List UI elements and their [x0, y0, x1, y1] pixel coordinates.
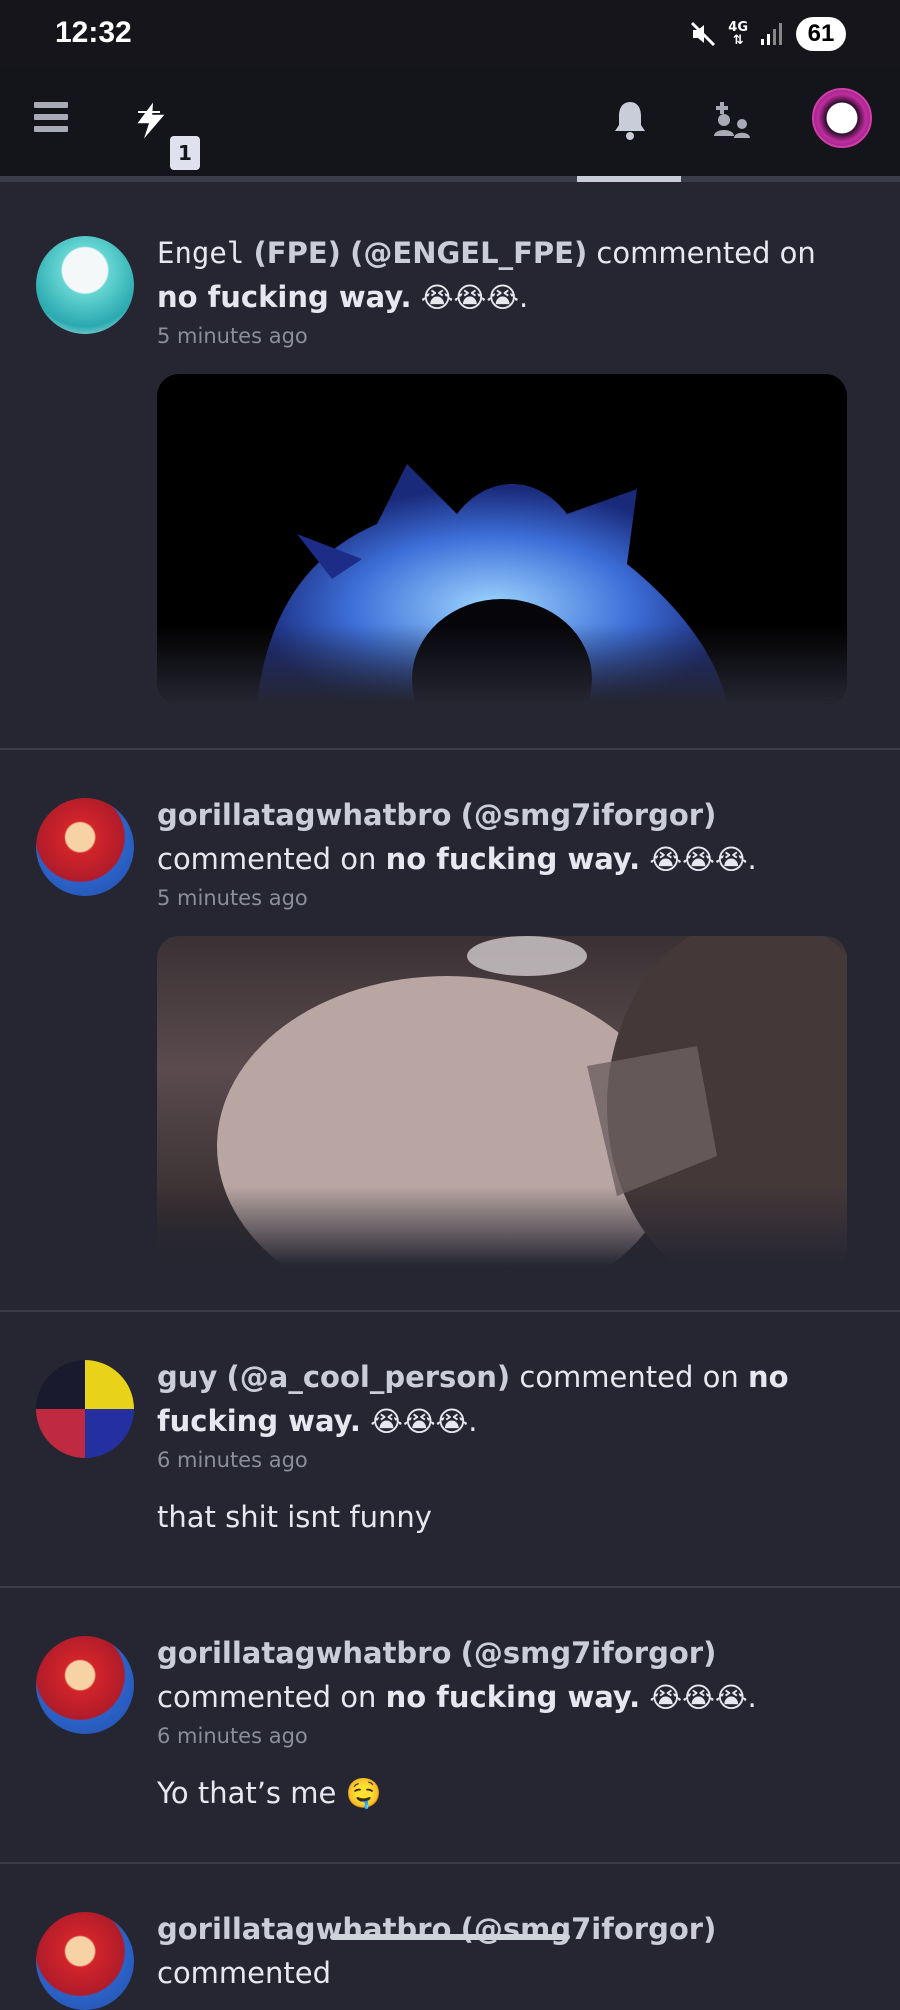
notification-text: Engel (FPE) (@ENGEL_FPE) commented on no…	[157, 231, 857, 320]
attached-image[interactable]	[157, 374, 847, 704]
user-handle[interactable]: (@smg7iforgor)	[461, 1636, 717, 1670]
notification-item[interactable]: gorillatagwhatbro (@smg7iforgor) comment…	[0, 1864, 900, 2010]
signal-icon	[761, 23, 782, 45]
avatar[interactable]	[36, 236, 134, 334]
photo-image-art	[217, 936, 847, 1266]
username[interactable]: gorillatagwhatbro	[157, 1636, 451, 1670]
action-text: commented	[157, 1956, 332, 1990]
add-friend-icon[interactable]	[712, 100, 752, 140]
timestamp: 5 minutes ago	[157, 324, 308, 348]
notification-text: gorillatagwhatbro (@smg7iforgor) comment…	[157, 793, 857, 882]
bell-icon[interactable]	[612, 98, 648, 142]
username-suffix[interactable]: (FPE)	[254, 236, 341, 270]
post-title[interactable]: no fucking way.	[386, 1680, 641, 1714]
network-type: 4G ⇅	[728, 20, 748, 48]
comment-text: Yo that’s me 🤤	[157, 1776, 382, 1810]
notification-item[interactable]: gorillatagwhatbro (@smg7iforgor) comment…	[0, 1588, 900, 1864]
username[interactable]: gorillatagwhatbro	[157, 798, 451, 832]
action-text: commented on	[596, 236, 816, 270]
home-indicator[interactable]	[330, 1934, 570, 1940]
comment-text: that shit isnt funny	[157, 1500, 432, 1534]
period: .	[518, 280, 529, 314]
period: .	[468, 1404, 478, 1438]
unread-badge: 1	[170, 136, 200, 170]
post-emoji: 😭😭😭	[649, 843, 748, 876]
username[interactable]: gorillatagwhatbro	[157, 1912, 451, 1946]
action-text: commented on	[157, 842, 377, 876]
active-tab-indicator	[577, 176, 681, 182]
notification-feed: Engel (FPE) (@ENGEL_FPE) commented on no…	[0, 188, 900, 2010]
profile-avatar[interactable]	[812, 88, 872, 148]
status-bar: 12:32 4G ⇅ 61	[0, 0, 900, 68]
timestamp: 6 minutes ago	[157, 1448, 308, 1472]
user-handle[interactable]: (@smg7iforgor)	[461, 798, 717, 832]
attached-image[interactable]	[157, 936, 847, 1266]
avatar[interactable]	[36, 1636, 134, 1734]
notification-item[interactable]: Engel (FPE) (@ENGEL_FPE) commented on no…	[0, 188, 900, 750]
username[interactable]: Engel	[157, 236, 244, 270]
mute-icon	[691, 21, 716, 47]
revolt-logo-icon[interactable]	[130, 98, 172, 144]
period: .	[747, 1680, 757, 1714]
avatar[interactable]	[36, 1360, 134, 1458]
period: .	[747, 842, 757, 876]
menu-icon[interactable]	[34, 102, 68, 132]
notification-text: gorillatagwhatbro (@smg7iforgor) comment…	[157, 1907, 857, 1995]
status-time: 12:32	[55, 16, 132, 49]
timestamp: 6 minutes ago	[157, 1724, 308, 1748]
post-emoji: 😭😭😭	[370, 1405, 469, 1438]
user-handle[interactable]: (@a_cool_person)	[227, 1360, 511, 1394]
battery-indicator: 61	[796, 17, 846, 51]
notification-text: guy (@a_cool_person) commented on no fuc…	[157, 1355, 857, 1444]
action-text: commented on	[157, 1680, 377, 1714]
status-icons: 4G ⇅ 61	[690, 14, 846, 54]
user-handle[interactable]: (@smg7iforgor)	[461, 1912, 717, 1946]
username[interactable]: guy	[157, 1360, 217, 1394]
app-bar: 1	[0, 68, 900, 182]
avatar[interactable]	[36, 798, 134, 896]
post-emoji: 😭😭😭	[649, 1681, 748, 1714]
post-title[interactable]: no fucking way.	[386, 842, 641, 876]
post-title[interactable]: no fucking way.	[157, 280, 412, 314]
avatar[interactable]	[36, 1912, 134, 2010]
post-emoji: 😭😭😭	[420, 281, 519, 314]
notification-item[interactable]: gorillatagwhatbro (@smg7iforgor) comment…	[0, 750, 900, 1312]
action-text: commented on	[519, 1360, 739, 1394]
sonic-image-art	[257, 464, 727, 704]
notification-item[interactable]: guy (@a_cool_person) commented on no fuc…	[0, 1312, 900, 1588]
timestamp: 5 minutes ago	[157, 886, 308, 910]
notification-text: gorillatagwhatbro (@smg7iforgor) comment…	[157, 1631, 857, 1720]
user-handle[interactable]: (@ENGEL_FPE)	[350, 236, 587, 270]
